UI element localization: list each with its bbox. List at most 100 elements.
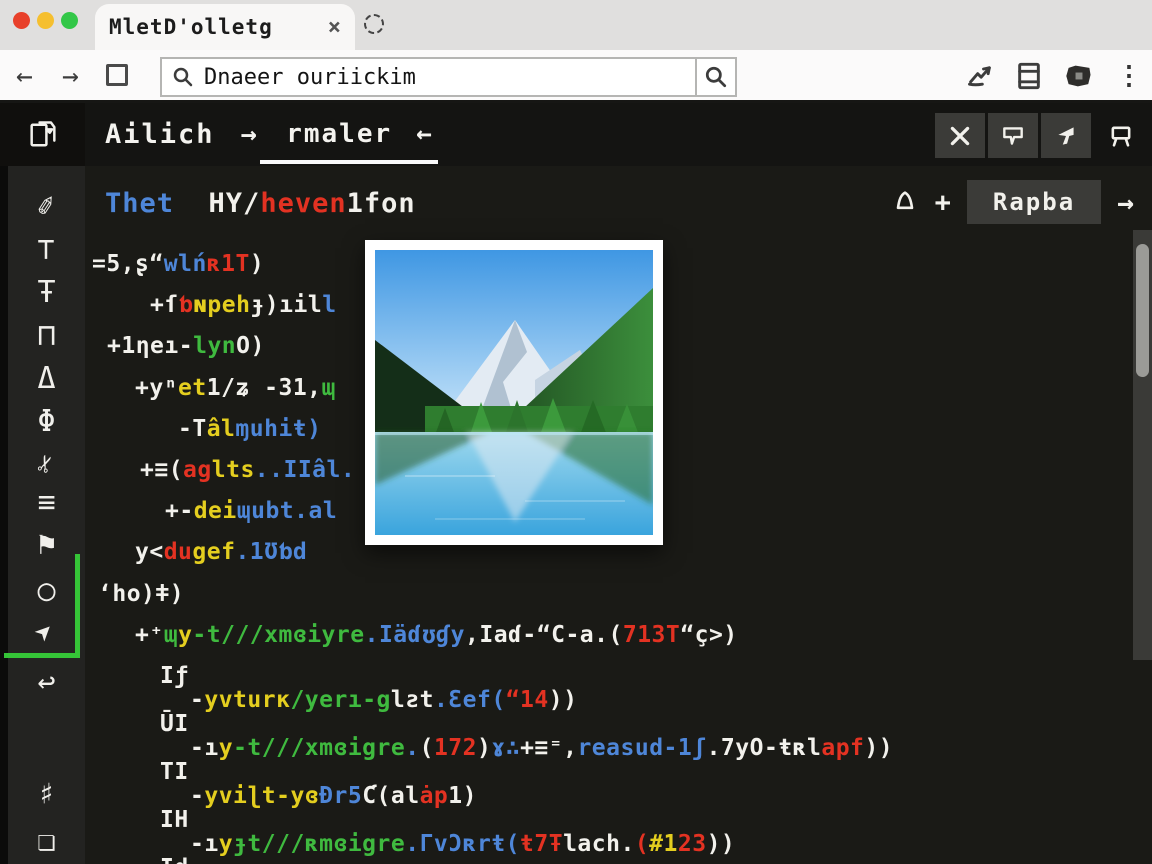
scrollbar-thumb[interactable] <box>1136 244 1149 377</box>
move-tool-icon[interactable]: ⊥ <box>8 232 85 266</box>
pin-tool-icon[interactable]: ⚑ <box>8 528 85 562</box>
code-line: -yvturĸ/yerı-glƨt.Ɛef(“14)) <box>190 686 577 714</box>
address-text: Dnaeer ouriickim <box>204 65 416 90</box>
browser-tab[interactable]: MletD'olletg × <box>95 4 355 50</box>
back-button[interactable]: ← <box>16 58 33 94</box>
bracket-tool-icon: ⊓ <box>37 319 55 353</box>
cursor-button[interactable] <box>1041 113 1091 158</box>
code-token: y< <box>135 539 164 565</box>
code-line: +⁺ɰy-t///xmɞiyre.Ιäɗʊɠy,Ιaɗ-“C-a.(713T“ç… <box>135 621 738 649</box>
forward-button[interactable]: → <box>62 58 79 94</box>
browser-tabstrip: MletD'olletg × <box>0 0 1152 50</box>
browser-menu-icon[interactable]: ⋮ <box>1116 61 1142 91</box>
code-token: ( <box>420 735 434 761</box>
code-token: ΙΗ <box>160 807 189 833</box>
address-bar[interactable]: Dnaeer ouriickim <box>160 57 697 97</box>
stop-button[interactable] <box>106 64 128 86</box>
code-token: Ιd <box>160 855 189 864</box>
pages-button[interactable] <box>0 103 85 166</box>
code-token: O) <box>236 333 265 359</box>
tab-rmaler[interactable]: rmaler ← <box>283 119 437 149</box>
code-token: apf <box>821 735 864 761</box>
scissors-tool-icon[interactable]: ✂ <box>8 447 85 481</box>
bracket-tool-icon[interactable]: ⊓ <box>8 319 85 353</box>
code-token: )) <box>549 687 578 713</box>
code-token: ŪΙ <box>160 711 189 737</box>
editor-toolbar-buttons <box>935 113 1091 158</box>
stand-tool-icon[interactable]: Ŧ <box>8 276 85 310</box>
bell-icon[interactable] <box>891 188 919 216</box>
pen-tool-icon: ✐ <box>34 188 59 225</box>
traffic-light-close[interactable] <box>13 12 30 29</box>
grid-icon: ♯ <box>37 778 55 812</box>
code-token: .7yO-ŧʀl <box>707 735 822 761</box>
code-line: +ſƅɴpehɟ)ıill <box>150 291 337 319</box>
code-token: yviɭt-yɞ <box>204 783 319 809</box>
code-token: . <box>405 735 419 761</box>
reading-list-icon[interactable] <box>1016 62 1042 90</box>
active-tab-label: rmaler <box>286 119 392 149</box>
extensions-icon[interactable] <box>1064 61 1094 91</box>
easel-button[interactable] <box>1098 113 1143 158</box>
code-token: -t///xmɞigre <box>233 735 405 761</box>
code-token: +yⁿ <box>135 375 178 401</box>
code-line: ΙΗ <box>160 806 189 834</box>
code-line: +≡(aglts..ΙΙâl. <box>140 456 355 484</box>
undo-icon[interactable]: ↩ <box>8 666 85 700</box>
flag-button[interactable] <box>988 113 1038 158</box>
crop-tool-icon: ❏ <box>37 824 55 858</box>
trend-icon[interactable] <box>966 62 994 90</box>
code-token: y <box>219 831 233 857</box>
tool-sidebar: ✐ ⊥ Ŧ ⊓ ΔΦ ✂ ≡ ⚑ ○ ➤ ↩ ♯ ❏ <box>0 166 85 864</box>
code-token: 1) <box>448 783 477 809</box>
close-button[interactable] <box>935 113 985 158</box>
code-title-part: 1fon <box>347 188 416 219</box>
right-arrow-icon[interactable]: → <box>241 119 259 150</box>
run-button[interactable]: Rapba <box>967 180 1101 224</box>
scrollbar-track[interactable] <box>1133 230 1152 660</box>
code-token: ,Ιaɗ-“C-a.( <box>465 622 623 648</box>
code-token: ɤ∴ <box>491 735 520 761</box>
code-token: ag <box>183 457 212 483</box>
code-line: y<dugef.1Ʊƅd <box>135 538 307 566</box>
traffic-light-maximize[interactable] <box>61 12 78 29</box>
crop-tool-icon[interactable]: ❏ <box>8 824 85 858</box>
code-token: ɱuhiŧ) <box>235 416 321 442</box>
photo-card[interactable] <box>365 240 663 545</box>
circle-tool-icon[interactable]: ○ <box>8 574 85 608</box>
code-token: ) <box>250 251 264 277</box>
code-token: +≡⁼, <box>520 735 577 761</box>
cursor-icon <box>1053 123 1079 149</box>
easel-icon <box>1107 122 1135 150</box>
left-arrow-icon: ← <box>416 119 434 149</box>
traffic-light-minimize[interactable] <box>37 12 54 29</box>
code-token: Ƈ(al <box>362 783 419 809</box>
forward-arrow-icon[interactable]: → <box>1117 186 1134 219</box>
code-token: /yerı-g <box>290 687 390 713</box>
code-token: Ιƒ <box>160 663 189 689</box>
code-token: +⁺ <box>135 622 164 648</box>
flask-tool-icon: Δ <box>37 362 55 396</box>
compass-tool-icon: ➤ <box>28 615 65 652</box>
code-token: ɴpeh <box>193 292 250 318</box>
menu-icon[interactable]: ≡ <box>8 486 85 520</box>
grid-icon[interactable]: ♯ <box>8 778 85 812</box>
code-line: =5,ʂ“wlńʀ1T) <box>92 250 264 278</box>
code-token: - <box>190 783 204 809</box>
add-icon[interactable]: + <box>935 187 951 218</box>
new-tab-icon[interactable] <box>364 14 384 34</box>
code-line: +1ƞeı-lynO) <box>107 332 265 360</box>
tab-close-icon[interactable]: × <box>328 15 341 40</box>
flask-tool-icon[interactable]: Δ <box>8 362 85 396</box>
document-label-group: Ailich → <box>105 119 259 150</box>
phi-tool-icon[interactable]: Φ <box>8 405 85 439</box>
code-token: dei <box>194 498 237 524</box>
flag-icon <box>1000 123 1026 149</box>
code-token: ɟt///ʀmɞigre <box>233 831 405 857</box>
pen-tool-icon[interactable]: ✐ <box>8 190 85 224</box>
search-button[interactable] <box>697 57 737 97</box>
code-token: du <box>164 539 193 565</box>
code-token: 23 <box>678 831 707 857</box>
compass-tool-icon[interactable]: ➤ <box>8 616 85 650</box>
code-token: .1Ʊƅd <box>235 539 307 565</box>
